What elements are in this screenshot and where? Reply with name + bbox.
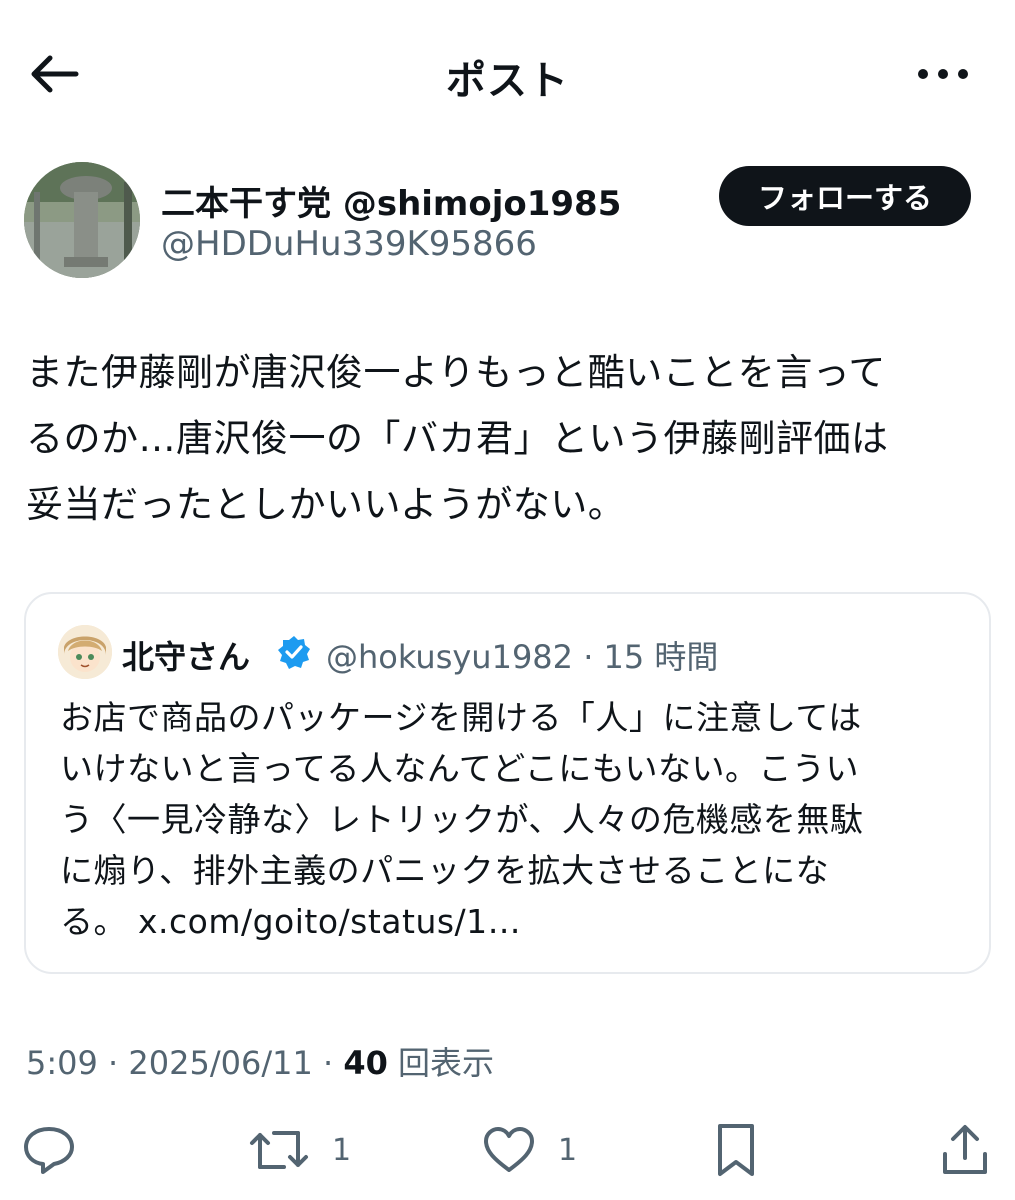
follow-button[interactable]: フォローする xyxy=(719,166,971,226)
like-button[interactable]: 1 xyxy=(482,1122,577,1178)
quoted-display-name[interactable]: 北守さん xyxy=(122,632,250,678)
more-icon xyxy=(918,69,968,79)
share-icon xyxy=(943,1125,987,1174)
quoted-line: いけないと言ってる人なんてどこにもいない。こうい xyxy=(60,749,860,788)
repost-button[interactable]: 1 xyxy=(248,1122,351,1178)
author-display-name[interactable]: 二本干す党 @shimojo1985 xyxy=(161,176,621,225)
tweet-line: るのか…唐沢俊一の「バカ君」という伊藤剛評価は xyxy=(26,417,889,460)
reply-button[interactable] xyxy=(22,1122,76,1178)
more-button[interactable] xyxy=(911,50,975,98)
quoted-post[interactable]: 北守さん @hokusyu1982 · 15 時間 お店で商品のパッケージを開け… xyxy=(24,592,991,974)
quoted-handle-time: @hokusyu1982 · 15 時間 xyxy=(326,638,719,676)
view-count: 40 xyxy=(343,1044,388,1082)
repost-icon xyxy=(250,1131,308,1169)
like-icon xyxy=(484,1127,534,1172)
page-title: ポスト xyxy=(446,58,569,104)
tweet-line: また伊藤剛が唐沢俊一よりもっと酷いことを言って xyxy=(26,351,886,394)
tweet-text: また伊藤剛が唐沢俊一よりもっと酷いことを言って るのか…唐沢俊一の「バカ君」とい… xyxy=(26,340,991,538)
author-avatar[interactable] xyxy=(24,162,140,278)
share-button[interactable] xyxy=(940,1122,990,1178)
post-time[interactable]: 5:09 · 2025/06/11 · xyxy=(26,1044,343,1082)
quoted-line: お店で商品のパッケージを開ける「人」に注意しては xyxy=(60,698,862,737)
quoted-avatar[interactable] xyxy=(58,625,112,679)
bookmark-button[interactable] xyxy=(714,1122,758,1178)
reply-icon xyxy=(24,1127,74,1174)
quoted-text: お店で商品のパッケージを開ける「人」に注意しては いけないと言ってる人なんてどこ… xyxy=(60,692,960,947)
bookmark-icon xyxy=(718,1124,754,1176)
tweet-line: 妥当だったとしかいいようがない。 xyxy=(26,483,626,526)
verified-badge-icon xyxy=(278,636,310,669)
view-label: 回表示 xyxy=(387,1044,495,1082)
author-handle[interactable]: @HDDuHu339K95866 xyxy=(161,224,537,264)
repost-count: 1 xyxy=(332,1132,352,1168)
author-row: 二本干す党 @shimojo1985 @HDDuHu339K95866 フォロー… xyxy=(24,160,991,280)
action-bar: 1 1 xyxy=(0,1110,1015,1190)
post-timestamp: 5:09 · 2025/06/11 · 40 回表示 xyxy=(26,1038,494,1084)
quoted-line: る。 x.com/goito/status/1… xyxy=(60,902,522,941)
quoted-line: に煽り、排外主義のパニックを拡大させることにな xyxy=(60,851,830,890)
quoted-line: う〈一見冷静な〉レトリックが、人々の危機感を無駄 xyxy=(60,800,864,839)
top-bar: ポスト xyxy=(0,0,1015,150)
like-count: 1 xyxy=(558,1132,578,1168)
